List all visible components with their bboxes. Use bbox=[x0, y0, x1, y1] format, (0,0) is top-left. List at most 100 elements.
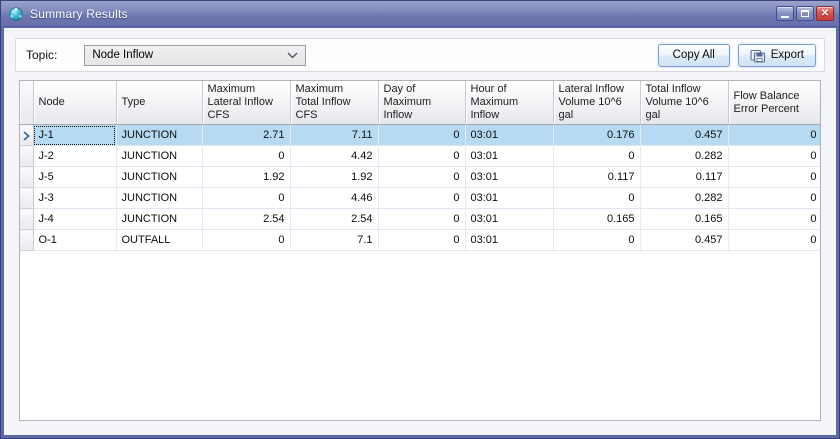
table-row[interactable]: J-3 JUNCTION 0 4.46 0 03:01 0 0.282 0 bbox=[20, 187, 820, 209]
cell-max-total-inflow-cfs[interactable]: 1.92 bbox=[290, 166, 379, 188]
app-icon bbox=[9, 6, 23, 21]
row-indicator[interactable] bbox=[20, 166, 34, 188]
column-header-total-inflow-volume[interactable]: Total Inflow Volume 10^6 gal bbox=[640, 81, 729, 125]
column-header-type[interactable]: Type bbox=[116, 81, 203, 125]
maximize-icon bbox=[801, 10, 809, 17]
cell-max-total-inflow-cfs[interactable]: 7.11 bbox=[290, 124, 379, 146]
cell-hour-of-max-inflow[interactable]: 03:01 bbox=[465, 208, 554, 230]
cell-day-of-max-inflow[interactable]: 0 bbox=[378, 208, 466, 230]
table-row[interactable]: O-1 OUTFALL 0 7.1 0 03:01 0 0.457 0 bbox=[20, 229, 820, 251]
cell-flow-balance-error[interactable]: 0 bbox=[728, 166, 820, 188]
column-header-hour-of-max-inflow[interactable]: Hour of Maximum Inflow bbox=[465, 81, 554, 125]
cell-max-lateral-inflow-cfs[interactable]: 0 bbox=[202, 145, 291, 167]
cell-max-lateral-inflow-cfs[interactable]: 0 bbox=[202, 187, 291, 209]
close-button[interactable]: ✕ bbox=[816, 6, 834, 21]
minimize-icon bbox=[781, 16, 789, 18]
copy-all-button[interactable]: Copy All bbox=[657, 43, 730, 67]
cell-lateral-inflow-volume[interactable]: 0.176 bbox=[553, 124, 641, 146]
cell-day-of-max-inflow[interactable]: 0 bbox=[378, 187, 466, 209]
cell-type[interactable]: OUTFALL bbox=[116, 229, 203, 251]
cell-total-inflow-volume[interactable]: 0.117 bbox=[640, 166, 729, 188]
topic-selected-value: Node Inflow bbox=[92, 49, 154, 61]
summary-results-window: Summary Results ✕ Topic: Node Inflow Cop… bbox=[0, 0, 840, 439]
cell-total-inflow-volume[interactable]: 0.457 bbox=[640, 124, 729, 146]
close-icon: ✕ bbox=[820, 7, 830, 19]
cell-max-lateral-inflow-cfs[interactable]: 0 bbox=[202, 229, 291, 251]
cell-max-lateral-inflow-cfs[interactable]: 1.92 bbox=[202, 166, 291, 188]
topic-combobox[interactable]: Node Inflow bbox=[84, 44, 307, 66]
cell-max-lateral-inflow-cfs[interactable]: 2.71 bbox=[202, 124, 291, 146]
column-header-node[interactable]: Node bbox=[33, 81, 117, 125]
cell-node[interactable]: J-3 bbox=[33, 187, 117, 209]
cell-lateral-inflow-volume[interactable]: 0.165 bbox=[553, 208, 641, 230]
cell-lateral-inflow-volume[interactable]: 0 bbox=[553, 229, 641, 251]
cell-lateral-inflow-volume[interactable]: 0.117 bbox=[553, 166, 641, 188]
cell-total-inflow-volume[interactable]: 0.282 bbox=[640, 187, 729, 209]
cell-node[interactable]: J-2 bbox=[33, 145, 117, 167]
cell-total-inflow-volume[interactable]: 0.457 bbox=[640, 229, 729, 251]
cell-hour-of-max-inflow[interactable]: 03:01 bbox=[465, 187, 554, 209]
cell-node[interactable]: O-1 bbox=[33, 229, 117, 251]
cell-flow-balance-error[interactable]: 0 bbox=[728, 187, 820, 209]
cell-flow-balance-error[interactable]: 0 bbox=[728, 208, 820, 230]
results-grid: Node Type Maximum Lateral Inflow CFS Maximu… bbox=[20, 81, 820, 251]
topic-label: Topic: bbox=[26, 48, 58, 62]
column-header-lateral-inflow-volume[interactable]: Lateral Inflow Volume 10^6 gal bbox=[553, 81, 641, 125]
row-indicator[interactable] bbox=[20, 124, 34, 146]
table-row[interactable]: J-1 JUNCTION 2.71 7.11 0 03:01 0.176 0.457 0 bbox=[20, 124, 820, 146]
cell-type[interactable]: JUNCTION bbox=[116, 124, 203, 146]
cell-max-total-inflow-cfs[interactable]: 4.42 bbox=[290, 145, 379, 167]
row-indicator[interactable] bbox=[20, 229, 34, 251]
export-button[interactable]: Export bbox=[737, 43, 816, 67]
cell-hour-of-max-inflow[interactable]: 03:01 bbox=[465, 145, 554, 167]
window-title: Summary Results bbox=[30, 6, 128, 21]
title-bar[interactable]: Summary Results ✕ bbox=[1, 1, 839, 27]
cell-type[interactable]: JUNCTION bbox=[116, 187, 203, 209]
toolbar: Topic: Node Inflow Copy All Export bbox=[15, 38, 825, 72]
cell-day-of-max-inflow[interactable]: 0 bbox=[378, 229, 466, 251]
table-row[interactable]: J-2 JUNCTION 0 4.42 0 03:01 0 0.282 0 bbox=[20, 145, 820, 167]
cell-node[interactable]: J-5 bbox=[33, 166, 117, 188]
selected-row-arrow-icon bbox=[23, 131, 30, 141]
save-icon bbox=[750, 49, 765, 63]
cell-lateral-inflow-volume[interactable]: 0 bbox=[553, 187, 641, 209]
cell-flow-balance-error[interactable]: 0 bbox=[728, 229, 820, 251]
cell-flow-balance-error[interactable]: 0 bbox=[728, 124, 820, 146]
cell-total-inflow-volume[interactable]: 0.282 bbox=[640, 145, 729, 167]
results-grid-panel: Node Type Maximum Lateral Inflow CFS Maximu… bbox=[19, 80, 821, 421]
table-row[interactable]: J-5 JUNCTION 1.92 1.92 0 03:01 0.117 0.117 0 bbox=[20, 166, 820, 188]
cell-total-inflow-volume[interactable]: 0.165 bbox=[640, 208, 729, 230]
column-header-max-total-inflow-cfs[interactable]: Maximum Total Inflow CFS bbox=[290, 81, 379, 125]
maximize-button[interactable] bbox=[796, 6, 814, 21]
copy-all-label: Copy All bbox=[672, 49, 715, 61]
export-label: Export bbox=[770, 49, 804, 61]
cell-day-of-max-inflow[interactable]: 0 bbox=[378, 166, 466, 188]
table-row[interactable]: J-4 JUNCTION 2.54 2.54 0 03:01 0.165 0.165 0 bbox=[20, 208, 820, 230]
row-indicator[interactable] bbox=[20, 145, 34, 167]
column-header-day-of-max-inflow[interactable]: Day of Maximum Inflow bbox=[378, 81, 466, 125]
minimize-button[interactable] bbox=[776, 6, 794, 21]
column-header-max-lateral-inflow-cfs[interactable]: Maximum Lateral Inflow CFS bbox=[202, 81, 291, 125]
client-area: Topic: Node Inflow Copy All Export Node … bbox=[4, 28, 836, 435]
cell-day-of-max-inflow[interactable]: 0 bbox=[378, 124, 466, 146]
cell-flow-balance-error[interactable]: 0 bbox=[728, 145, 820, 167]
cell-hour-of-max-inflow[interactable]: 03:01 bbox=[465, 229, 554, 251]
cell-max-total-inflow-cfs[interactable]: 2.54 bbox=[290, 208, 379, 230]
column-header-flow-balance-error[interactable]: Flow Balance Error Percent bbox=[728, 81, 820, 125]
cell-max-total-inflow-cfs[interactable]: 4.46 bbox=[290, 187, 379, 209]
row-indicator[interactable] bbox=[20, 187, 34, 209]
cell-type[interactable]: JUNCTION bbox=[116, 166, 203, 188]
cell-type[interactable]: JUNCTION bbox=[116, 208, 203, 230]
cell-node[interactable]: J-1 bbox=[33, 124, 117, 146]
cell-type[interactable]: JUNCTION bbox=[116, 145, 203, 167]
cell-day-of-max-inflow[interactable]: 0 bbox=[378, 145, 466, 167]
row-indicator-header[interactable] bbox=[20, 81, 34, 125]
cell-max-total-inflow-cfs[interactable]: 7.1 bbox=[290, 229, 379, 251]
cell-max-lateral-inflow-cfs[interactable]: 2.54 bbox=[202, 208, 291, 230]
cell-hour-of-max-inflow[interactable]: 03:01 bbox=[465, 124, 554, 146]
cell-hour-of-max-inflow[interactable]: 03:01 bbox=[465, 166, 554, 188]
chevron-down-icon bbox=[287, 52, 298, 58]
cell-lateral-inflow-volume[interactable]: 0 bbox=[553, 145, 641, 167]
cell-node[interactable]: J-4 bbox=[33, 208, 117, 230]
row-indicator[interactable] bbox=[20, 208, 34, 230]
